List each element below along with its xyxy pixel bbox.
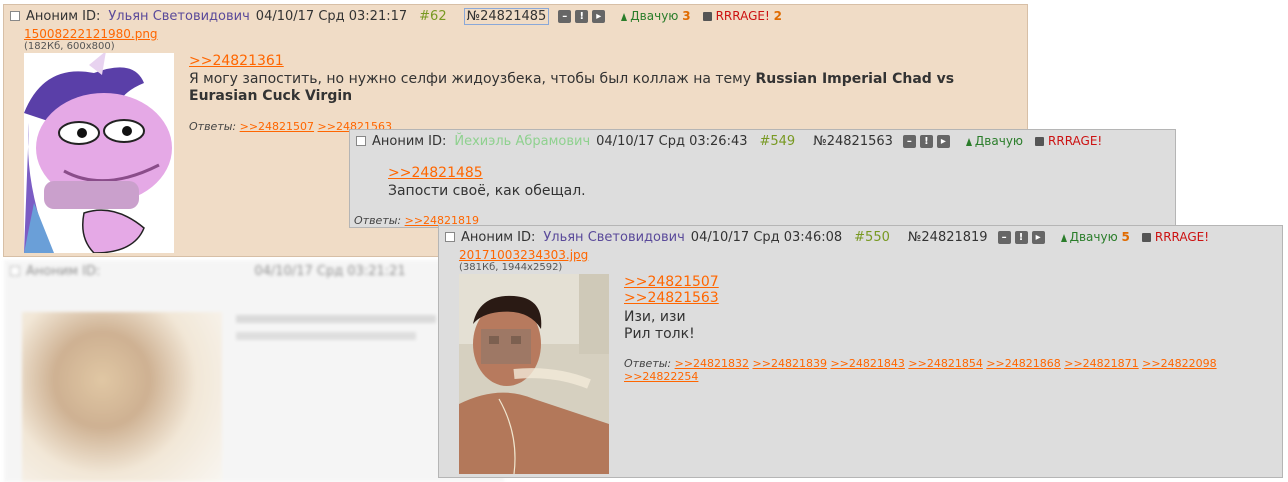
quote-links: >>24821507 >>24821563	[624, 274, 719, 306]
quote-link[interactable]: >>24821485	[388, 165, 483, 181]
poster-name: Аноним	[26, 8, 79, 24]
background-post: Аноним ID: 04/10/17 Срд 03:21:21	[4, 260, 504, 482]
select-checkbox[interactable]	[356, 136, 366, 146]
post-text-line: Изи, изи	[624, 309, 686, 325]
selfie-photo	[459, 274, 609, 474]
like-button[interactable]: Двачую	[965, 134, 1024, 148]
post-index: #550	[854, 229, 890, 245]
thumbs-down-icon	[1035, 137, 1045, 146]
bg-post-anon: Аноним	[26, 263, 79, 279]
play-icon[interactable]: ▸	[1031, 230, 1045, 244]
post-text: Изи, изи Рил толк!	[624, 309, 695, 343]
quote-link[interactable]: >>24821361	[189, 53, 284, 69]
dislike-label: RRRAGE!	[1048, 134, 1103, 148]
reply-link[interactable]: >>24821832	[675, 357, 749, 370]
post-number[interactable]: №24821819	[908, 230, 988, 245]
dislike-button[interactable]: RRRAGE!	[1035, 134, 1102, 148]
post-date: 04/10/17 Срд 03:46:08	[690, 229, 843, 245]
poster-id[interactable]: Ульян Световидович	[108, 9, 249, 24]
report-icon[interactable]: !	[919, 134, 933, 148]
bg-post-text-blur2	[236, 332, 416, 340]
play-icon[interactable]: ▸	[592, 9, 606, 23]
report-icon[interactable]: !	[1014, 230, 1028, 244]
reply-link[interactable]: >>24821868	[986, 357, 1060, 370]
bg-post-checkbox	[10, 266, 20, 276]
like-label: Двачую	[630, 9, 679, 23]
post-image[interactable]	[24, 53, 174, 253]
like-label: Двачую	[1069, 230, 1118, 244]
post-header: Аноним ID: Ульян Световидович 04/10/17 С…	[4, 5, 782, 27]
reply-link[interactable]: >>24822254	[624, 370, 698, 383]
like-button[interactable]: Двачую 3	[621, 9, 691, 23]
file-meta: (182Кб, 600x800)	[24, 41, 115, 52]
id-label: ID:	[517, 229, 536, 245]
bolt-icon	[621, 13, 628, 21]
post-number[interactable]: №24821563	[813, 134, 893, 149]
reply-link[interactable]: >>24821871	[1064, 357, 1138, 370]
dislike-label: RRRAGE!	[1154, 230, 1210, 244]
reply-link[interactable]: >>24821507	[240, 120, 314, 133]
post-text-line: Рил толк!	[624, 326, 695, 342]
poster-name: Аноним	[461, 229, 514, 245]
dislike-count: 2	[773, 9, 782, 23]
bolt-icon	[965, 138, 972, 146]
post-24821819: Аноним ID: Ульян Световидович 04/10/17 С…	[438, 225, 1283, 478]
post-number[interactable]: №24821485	[463, 7, 550, 25]
quote-link[interactable]: >>24821507	[624, 274, 719, 290]
bg-post-text-blur	[236, 315, 436, 323]
replies-label: Ответы:	[354, 214, 402, 227]
post-image[interactable]	[459, 274, 609, 474]
select-checkbox[interactable]	[10, 11, 20, 21]
dislike-button[interactable]: RRRAGE! 2	[702, 9, 782, 23]
reply-link[interactable]: >>24821843	[830, 357, 904, 370]
file-meta: (381Кб, 1944x2592)	[459, 262, 563, 273]
replies-label: Ответы:	[189, 120, 237, 133]
post-index: #549	[759, 133, 796, 149]
post-date: 04/10/17 Срд 03:21:17	[255, 8, 408, 24]
hide-icon[interactable]: –	[558, 9, 572, 23]
reply-link[interactable]: >>24822098	[1142, 357, 1216, 370]
bg-post-date: 04/10/17 Срд 03:21:21	[254, 263, 406, 279]
thumbs-down-icon	[702, 12, 712, 21]
bolt-icon	[1060, 234, 1067, 242]
play-icon[interactable]: ▸	[936, 134, 950, 148]
post-text-plain: Я могу запостить, но нужно селфи жидоузб…	[189, 71, 756, 87]
poster-id[interactable]: Ульян Световидович	[543, 230, 684, 245]
replies: Ответы: >>24821832 >>24821839 >>24821843…	[624, 357, 1244, 383]
like-button[interactable]: Двачую 5	[1060, 230, 1130, 244]
file-link[interactable]: 15008222121980.png	[24, 27, 158, 41]
poster-id[interactable]: Йехиэль Абрамович	[454, 134, 590, 149]
bg-post-image	[22, 312, 222, 482]
like-label: Двачую	[974, 134, 1024, 148]
id-label: ID:	[82, 8, 101, 24]
replies-label: Ответы:	[624, 357, 672, 370]
select-checkbox[interactable]	[445, 232, 455, 242]
post-24821563: Аноним ID: Йехиэль Абрамович 04/10/17 Ср…	[349, 129, 1176, 228]
post-text: Я могу запостить, но нужно селфи жидоузб…	[189, 71, 989, 105]
file-link[interactable]: 20171003234303.jpg	[459, 248, 588, 262]
id-label: ID:	[428, 133, 447, 149]
poster-name: Аноним	[372, 133, 425, 149]
quote-link[interactable]: >>24821563	[624, 290, 719, 306]
post-text: Запости своё, как обещал.	[388, 183, 586, 199]
reply-link[interactable]: >>24821854	[908, 357, 982, 370]
post-header: Аноним ID: Ульян Световидович 04/10/17 С…	[439, 226, 1209, 248]
thumbs-down-icon	[1141, 233, 1151, 242]
post-date: 04/10/17 Срд 03:26:43	[596, 133, 748, 149]
bg-post-id-label: ID:	[82, 263, 101, 279]
post-index: #62	[419, 8, 447, 24]
report-icon[interactable]: !	[575, 9, 589, 23]
bg-post-header: Аноним ID: 04/10/17 Срд 03:21:21	[4, 260, 418, 282]
like-count: 3	[682, 9, 691, 23]
like-count: 5	[1121, 230, 1130, 244]
reply-link[interactable]: >>24821839	[753, 357, 827, 370]
pepe-pony-image	[24, 53, 174, 253]
post-header: Аноним ID: Йехиэль Абрамович 04/10/17 Ср…	[350, 130, 1102, 152]
dislike-button[interactable]: RRRAGE!	[1141, 230, 1210, 244]
hide-icon[interactable]: –	[902, 134, 916, 148]
hide-icon[interactable]: –	[997, 230, 1011, 244]
dislike-label: RRRAGE!	[715, 9, 770, 23]
